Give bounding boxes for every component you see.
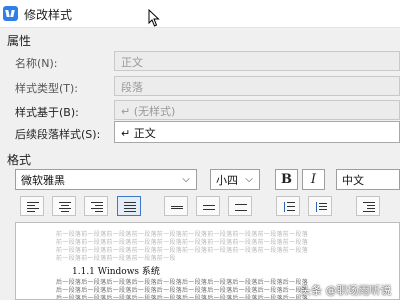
based-on-label: 样式基于(B): [15,106,79,119]
decrease-paragraph-spacing-icon [315,201,327,213]
watermark: 头条 @职场雨听说 [300,284,392,297]
name-label: 名称(N): [15,57,58,70]
next-style-label: 后续段落样式(S): [15,128,101,141]
single-spacing-icon [171,201,183,213]
font-select[interactable]: 微软雅黑 ⌵ [15,169,197,190]
based-on-field[interactable]: ↵ (无样式) [114,100,400,120]
next-style-value: ↵ 正文 [121,127,156,140]
double-spacing-button[interactable] [228,196,252,216]
chevron-down-icon: ⌵ [245,174,253,185]
align-right-button[interactable] [84,196,108,216]
chevron-down-icon: ⌵ [182,174,190,185]
align-right-icon [91,201,103,213]
italic-button[interactable]: I [302,169,325,190]
format-section-label: 格式 [7,153,32,167]
indent-icon [363,201,375,213]
wps-w-icon [3,6,18,21]
one-half-spacing-icon [203,201,215,213]
based-on-value: ↵ (无样式) [121,105,176,118]
mouse-pointer-icon [148,9,160,27]
decrease-paragraph-spacing-button[interactable] [308,196,332,216]
script-select-value: 中文 [342,174,364,187]
title-bar: 修改样式 [0,0,400,28]
style-type-field[interactable]: 段落 [114,76,400,96]
justify-button[interactable] [117,196,141,216]
align-center-icon [59,201,71,213]
single-spacing-button[interactable] [164,196,188,216]
properties-section-label: 属性 [7,34,32,48]
double-spacing-icon [235,201,247,213]
font-size-select[interactable]: 小四 ⌵ [210,169,260,190]
style-type-label: 样式类型(T): [15,82,79,95]
font-size-value: 小四 [216,174,238,187]
align-left-icon [27,201,39,213]
align-left-button[interactable] [20,196,44,216]
preview-sample-text: 1.1.1 Windows 系统 [72,267,160,277]
indent-button[interactable] [356,196,380,216]
font-select-value: 微软雅黑 [21,174,65,187]
preview-previous-paragraph: 前一段落前一段落前一段落前一段落前一段落前一段落前一段落前一段落前一段落前一段落 [56,255,176,262]
script-select[interactable]: 中文 [336,169,400,190]
bold-button[interactable]: B [275,169,298,190]
name-field[interactable]: 正文 [114,51,400,71]
increase-paragraph-spacing-button[interactable] [276,196,300,216]
style-type-value: 段落 [121,81,143,94]
next-style-field[interactable]: ↵ 正文 [114,121,400,143]
one-half-spacing-button[interactable] [196,196,220,216]
align-center-button[interactable] [52,196,76,216]
increase-paragraph-spacing-icon [283,201,295,213]
window-title: 修改样式 [24,8,73,22]
justify-icon [124,201,136,213]
preview-next-paragraph: 后一段落后一段落后一段落后一段落后一段落后一段落后一段落后一段落后一段落后一段落 [56,295,309,300]
